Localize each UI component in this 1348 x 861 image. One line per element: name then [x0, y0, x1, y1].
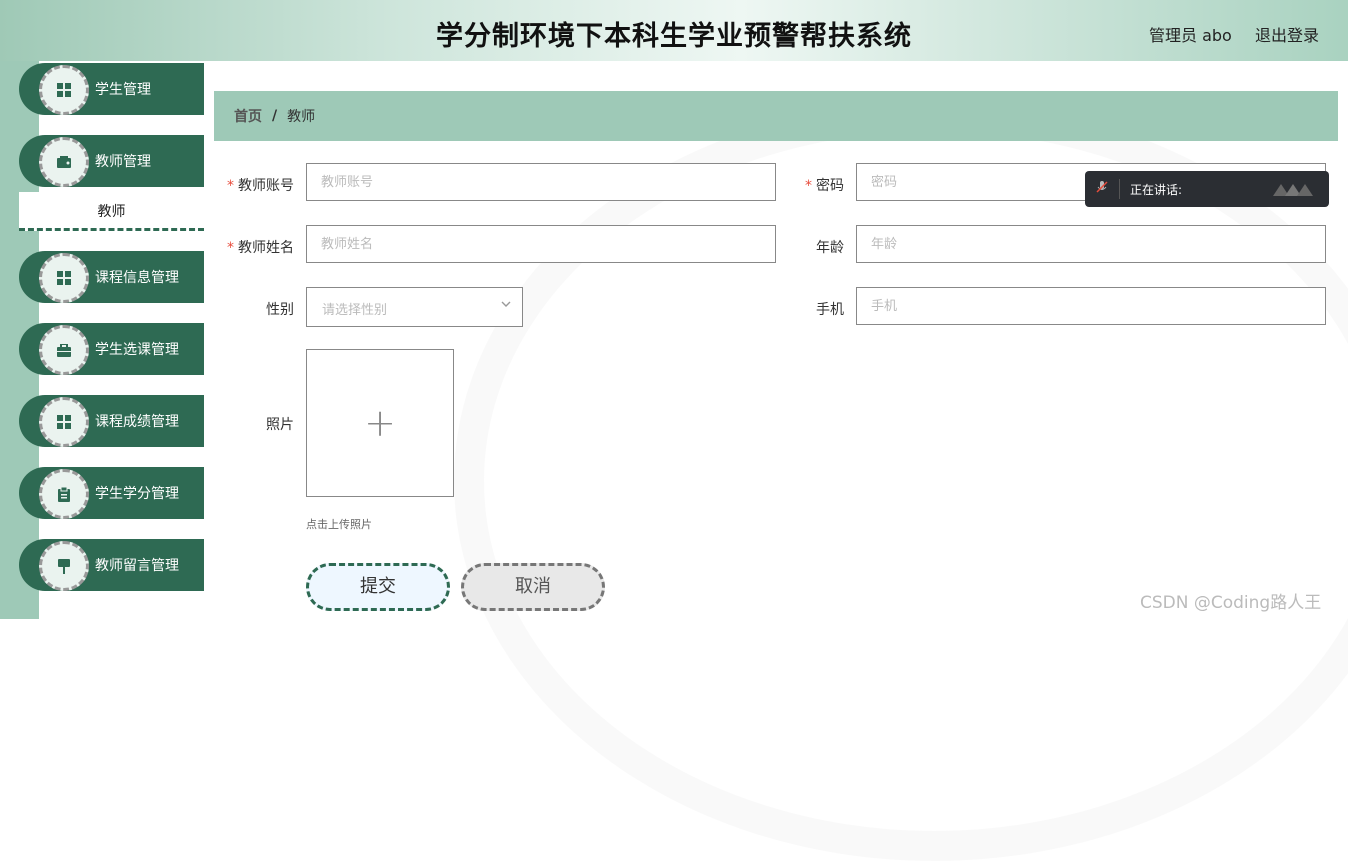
age-label: 年龄	[816, 240, 844, 256]
gender-select[interactable]: 请选择性别	[306, 287, 523, 327]
sidebar-subitem-label: 教师	[97, 204, 126, 220]
breadcrumb-current: 教师	[287, 109, 316, 125]
header: 学分制环境下本科生学业预警帮扶系统 管理员 abo 退出登录	[0, 0, 1348, 61]
grid-icon	[39, 65, 89, 115]
sidebar-item-course-selection-management[interactable]: 学生选课管理	[19, 323, 204, 375]
submit-button[interactable]: 提交	[306, 563, 450, 611]
password-label: * 密码	[774, 175, 844, 195]
page-title: 学分制环境下本科生学业预警帮扶系统	[436, 21, 912, 52]
breadcrumb-separator: /	[272, 108, 278, 124]
wallet-icon	[39, 137, 89, 187]
name-input[interactable]	[306, 225, 776, 263]
grid-icon	[39, 253, 89, 303]
clipboard-icon	[39, 469, 89, 519]
account-input[interactable]	[306, 163, 776, 201]
account-label: * 教师账号	[224, 175, 294, 195]
breadcrumb-home[interactable]: 首页	[234, 106, 262, 126]
sidebar-subitem-teacher[interactable]: 教师	[19, 192, 204, 231]
required-mark: *	[227, 178, 234, 194]
sidebar: 学生管理 教师管理 教师 课程信息管理 学生选课管理 课程成绩管理 学生学分管理	[0, 61, 205, 619]
account-label-text: 教师账号	[238, 178, 294, 194]
cancel-button[interactable]: 取消	[461, 563, 605, 611]
required-mark: *	[805, 178, 812, 194]
sidebar-item-label: 教师管理	[95, 154, 151, 170]
sidebar-item-label: 教师留言管理	[95, 558, 179, 574]
briefcase-icon	[39, 325, 89, 375]
chevron-down-icon	[500, 298, 512, 313]
phone-input[interactable]	[856, 287, 1326, 325]
plus-icon: +	[364, 401, 396, 445]
sidebar-item-student-management[interactable]: 学生管理	[19, 63, 204, 115]
divider	[1119, 179, 1120, 199]
main-content: 首页 / 教师 *教师账号 *密码 *教师姓名 年龄 性别 请选择性别 手机 照…	[214, 61, 1348, 861]
phone-label: 手机	[816, 302, 844, 318]
mic-muted-icon	[1095, 180, 1109, 198]
watermark: CSDN @Coding路人王	[1140, 593, 1322, 613]
password-label-text: 密码	[816, 178, 844, 194]
photo-uploader[interactable]: +	[306, 349, 454, 497]
grid-icon	[39, 397, 89, 447]
sidebar-item-label: 学生学分管理	[95, 486, 179, 502]
sidebar-item-label: 学生管理	[95, 82, 151, 98]
sidebar-item-teacher-message-management[interactable]: 教师留言管理	[19, 539, 204, 591]
required-mark: *	[227, 240, 234, 256]
logout-link[interactable]: 退出登录	[1255, 22, 1319, 46]
speaking-indicator: 正在讲话:	[1085, 171, 1329, 207]
background-decoration	[454, 101, 1348, 861]
upload-tip: 点击上传照片	[306, 518, 372, 531]
sidebar-item-label: 学生选课管理	[95, 342, 179, 358]
age-input[interactable]	[856, 225, 1326, 263]
sidebar-item-label: 课程信息管理	[95, 270, 179, 286]
speaking-text: 正在讲话:	[1130, 183, 1183, 197]
sidebar-item-grade-management[interactable]: 课程成绩管理	[19, 395, 204, 447]
current-user: 管理员 abo	[1149, 26, 1232, 45]
photo-label: 照片	[266, 417, 294, 433]
name-label-text: 教师姓名	[238, 240, 294, 256]
sidebar-item-teacher-management[interactable]: 教师管理	[19, 135, 204, 187]
name-label: * 教师姓名	[224, 237, 294, 257]
sidebar-item-course-info-management[interactable]: 课程信息管理	[19, 251, 204, 303]
pin-icon	[39, 541, 89, 591]
breadcrumb: 首页 / 教师	[214, 91, 1338, 141]
app-logo-icon	[1273, 180, 1317, 202]
gender-label: 性别	[266, 302, 294, 318]
sidebar-item-credit-management[interactable]: 学生学分管理	[19, 467, 204, 519]
gender-select-placeholder: 请选择性别	[322, 303, 388, 318]
sidebar-item-label: 课程成绩管理	[95, 414, 179, 430]
